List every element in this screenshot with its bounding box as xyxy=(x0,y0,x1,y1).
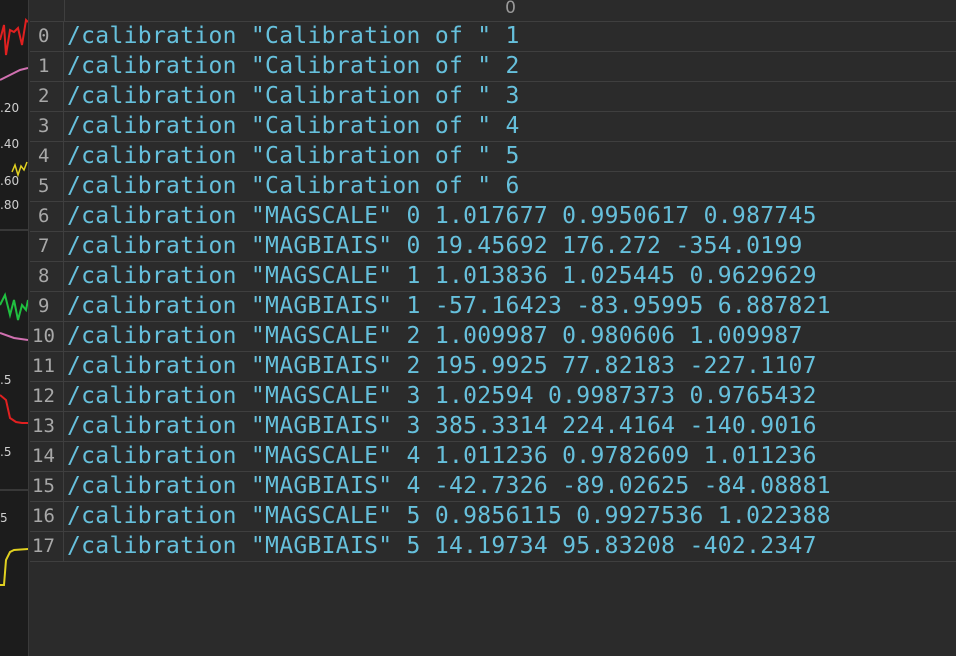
row-index[interactable]: 3 xyxy=(30,112,64,141)
table-row[interactable]: 13/calibration "MAGBIAIS" 3 385.3314 224… xyxy=(30,412,956,442)
table-row[interactable]: 12/calibration "MAGSCALE" 3 1.02594 0.99… xyxy=(30,382,956,412)
table-row[interactable]: 2/calibration "Calibration of " 3 xyxy=(30,82,956,112)
table-row[interactable]: 7/calibration "MAGBIAIS" 0 19.45692 176.… xyxy=(30,232,956,262)
tick-label: .40 xyxy=(0,137,20,151)
row-index[interactable]: 7 xyxy=(30,232,64,261)
pink-trace-lower xyxy=(0,332,28,341)
table-cell[interactable]: /calibration "MAGBIAIS" 4 -42.7326 -89.0… xyxy=(64,472,831,501)
table-cell[interactable]: /calibration "MAGSCALE" 5 0.9856115 0.99… xyxy=(64,502,831,531)
table-row[interactable]: 10/calibration "MAGSCALE" 2 1.009987 0.9… xyxy=(30,322,956,352)
row-index[interactable]: 10 xyxy=(30,322,64,351)
row-index[interactable]: 2 xyxy=(30,82,64,111)
row-index[interactable]: 15 xyxy=(30,472,64,501)
table-cell[interactable]: /calibration "MAGBIAIS" 3 385.3314 224.4… xyxy=(64,412,817,441)
yellow-trace-lower xyxy=(0,548,28,586)
app-window: .20 .40 .60 .80 .5 .5 5 0 0/calibration … xyxy=(0,0,956,656)
row-index[interactable]: 4 xyxy=(30,142,64,171)
table-cell[interactable]: /calibration "Calibration of " 6 xyxy=(64,172,520,201)
table-cell[interactable]: /calibration "MAGSCALE" 2 1.009987 0.980… xyxy=(64,322,803,351)
tick-label: .5 xyxy=(0,445,12,459)
table-row[interactable]: 15/calibration "MAGBIAIS" 4 -42.7326 -89… xyxy=(30,472,956,502)
table-body: 0/calibration "Calibration of " 1 1/calib… xyxy=(30,22,956,562)
table-row[interactable]: 17/calibration "MAGBIAIS" 5 14.19734 95.… xyxy=(30,532,956,562)
row-index[interactable]: 13 xyxy=(30,412,64,441)
row-index[interactable]: 16 xyxy=(30,502,64,531)
table-row[interactable]: 14/calibration "MAGSCALE" 4 1.011236 0.9… xyxy=(30,442,956,472)
table-row[interactable]: 0/calibration "Calibration of " 1 xyxy=(30,22,956,52)
red-trace xyxy=(0,17,28,56)
row-index[interactable]: 9 xyxy=(30,292,64,321)
table-cell[interactable]: /calibration "Calibration of " 4 xyxy=(64,112,520,141)
table-row[interactable]: 1/calibration "Calibration of " 2 xyxy=(30,52,956,82)
tick-label: .5 xyxy=(0,373,12,387)
table-cell[interactable]: /calibration "MAGBIAIS" 0 19.45692 176.2… xyxy=(64,232,803,261)
table-cell[interactable]: /calibration "MAGSCALE" 3 1.02594 0.9987… xyxy=(64,382,817,411)
red-trace-lower xyxy=(0,394,28,424)
row-index[interactable]: 6 xyxy=(30,202,64,231)
table-row[interactable]: 9/calibration "MAGBIAIS" 1 -57.16423 -83… xyxy=(30,292,956,322)
column-header-0[interactable]: 0 xyxy=(65,0,956,21)
table-cell[interactable]: /calibration "MAGBIAIS" 1 -57.16423 -83.… xyxy=(64,292,831,321)
table-row[interactable]: 3/calibration "Calibration of " 4 xyxy=(30,112,956,142)
table-row[interactable]: 6/calibration "MAGSCALE" 0 1.017677 0.99… xyxy=(30,202,956,232)
green-trace xyxy=(0,292,28,321)
table-cell[interactable]: /calibration "Calibration of " 5 xyxy=(64,142,520,171)
row-index[interactable]: 8 xyxy=(30,262,64,291)
dataframe-table: 0 0/calibration "Calibration of " 1 1/cal… xyxy=(30,0,956,656)
table-cell[interactable]: /calibration "MAGSCALE" 4 1.011236 0.978… xyxy=(64,442,817,471)
pink-trace xyxy=(0,67,28,81)
row-index[interactable]: 0 xyxy=(30,22,64,51)
index-header[interactable] xyxy=(30,0,65,21)
row-index[interactable]: 5 xyxy=(30,172,64,201)
table-cell[interactable]: /calibration "MAGSCALE" 0 1.017677 0.995… xyxy=(64,202,817,231)
row-index[interactable]: 11 xyxy=(30,352,64,381)
table-cell[interactable]: /calibration "MAGSCALE" 1 1.013836 1.025… xyxy=(64,262,817,291)
row-index[interactable]: 12 xyxy=(30,382,64,411)
tick-label: .20 xyxy=(0,101,20,115)
row-index[interactable]: 14 xyxy=(30,442,64,471)
table-header: 0 xyxy=(30,0,956,22)
row-index[interactable]: 1 xyxy=(30,52,64,81)
row-index[interactable]: 17 xyxy=(30,532,64,561)
table-row[interactable]: 16/calibration "MAGSCALE" 5 0.9856115 0.… xyxy=(30,502,956,532)
mini-plots xyxy=(0,17,28,586)
table-row[interactable]: 11/calibration "MAGBIAIS" 2 195.9925 77.… xyxy=(30,352,956,382)
table-cell[interactable]: /calibration "Calibration of " 3 xyxy=(64,82,520,111)
tick-label: .80 xyxy=(0,198,20,212)
table-cell[interactable]: /calibration "Calibration of " 1 xyxy=(64,22,520,51)
tick-label: 5 xyxy=(0,511,8,525)
tick-label: .60 xyxy=(0,174,20,188)
table-empty-area xyxy=(30,563,956,656)
table-row[interactable]: 4/calibration "Calibration of " 5 xyxy=(30,142,956,172)
plot-strip: .20 .40 .60 .80 .5 .5 5 xyxy=(0,0,29,656)
table-cell[interactable]: /calibration "MAGBIAIS" 5 14.19734 95.83… xyxy=(64,532,817,561)
table-row[interactable]: 5/calibration "Calibration of " 6 xyxy=(30,172,956,202)
table-cell[interactable]: /calibration "MAGBIAIS" 2 195.9925 77.82… xyxy=(64,352,817,381)
table-row[interactable]: 8/calibration "MAGSCALE" 1 1.013836 1.02… xyxy=(30,262,956,292)
table-cell[interactable]: /calibration "Calibration of " 2 xyxy=(64,52,520,81)
